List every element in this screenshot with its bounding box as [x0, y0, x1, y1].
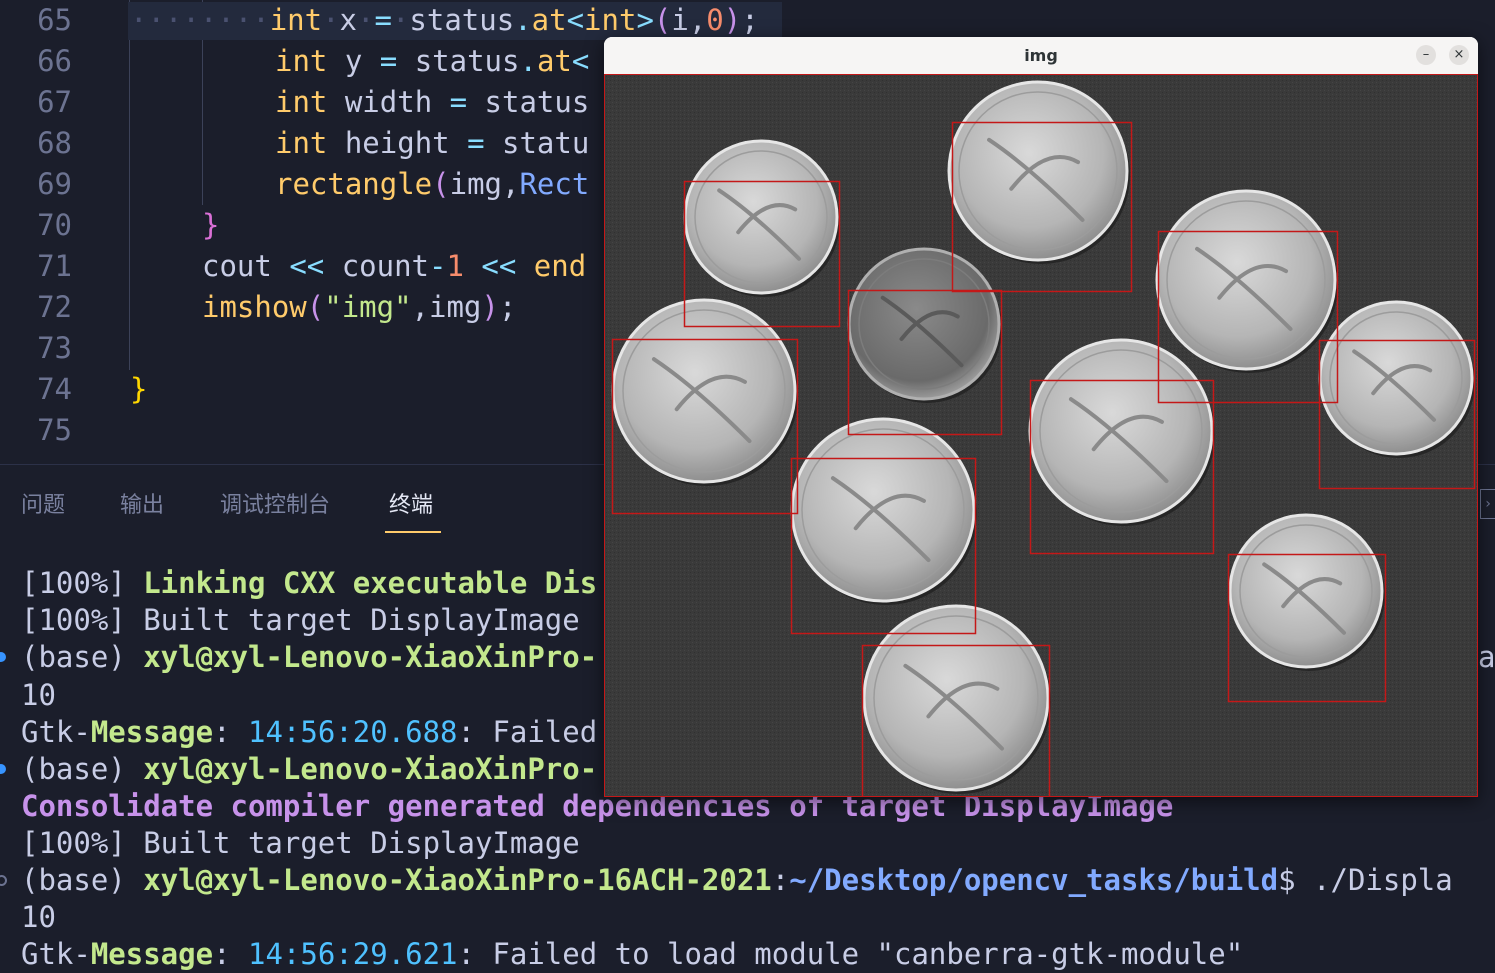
coin	[1028, 338, 1215, 526]
terminal-line: (base) xyl@xyl-Lenovo-XiaoXinPro-	[21, 752, 598, 786]
terminal-line-overflow: a	[1478, 640, 1495, 674]
line-number: 70	[37, 208, 72, 242]
coin	[683, 139, 840, 297]
terminal-line: (base) xyl@xyl-Lenovo-XiaoXinPro-	[21, 640, 598, 674]
line-number: 67	[37, 85, 72, 119]
code-text: cout << count-1 << end	[202, 249, 587, 283]
terminal-line: Gtk-Message: 14:56:29.621: Failed to loa…	[21, 937, 1244, 971]
image-canvas	[604, 74, 1478, 797]
code-text: }	[202, 208, 220, 242]
terminal-line: [100%] Linking CXX executable Dis	[21, 566, 598, 600]
line-number: 66	[37, 44, 72, 78]
command-status-dot[interactable]	[0, 652, 6, 662]
code-line[interactable]: 65 ········int·x·=·status.at<int>(i,0);	[0, 0, 1495, 41]
line-number: 75	[37, 413, 72, 447]
code-text: int y = status.at<	[275, 44, 590, 78]
terminal-line: Gtk-Message: 14:56:20.688: Failed	[21, 715, 598, 749]
code-text: rectangle(img,Rect	[275, 167, 590, 201]
img-window[interactable]: img – ×	[604, 37, 1478, 797]
line-number: 74	[37, 372, 72, 406]
line-number: 72	[37, 290, 72, 324]
code-text: }	[130, 372, 148, 406]
tab-debug-console[interactable]: 调试控制台	[220, 487, 330, 519]
coin	[847, 247, 1002, 403]
terminal-line: [100%] Built target DisplayImage	[21, 826, 580, 860]
close-icon[interactable]: ×	[1449, 45, 1469, 65]
line-number: 68	[37, 126, 72, 160]
coin	[611, 298, 798, 486]
command-status-dot[interactable]	[0, 875, 7, 886]
line-number: 65	[37, 3, 72, 37]
command-status-dot[interactable]	[0, 764, 6, 774]
window-title: img	[1024, 46, 1058, 65]
tab-output[interactable]: 输出	[120, 487, 164, 519]
terminal-line: 10	[21, 900, 56, 934]
panel-scroll-handle[interactable]: ›	[1480, 489, 1495, 519]
code-text: ········int·x·=·status.at<int>(i,0);	[130, 3, 759, 37]
code-text: int height = statu	[275, 126, 590, 160]
line-number: 71	[37, 249, 72, 283]
active-tab-indicator	[385, 531, 441, 533]
code-text: imshow("img",img);	[202, 290, 517, 324]
coin	[790, 417, 977, 605]
window-titlebar[interactable]: img – ×	[604, 37, 1478, 75]
terminal-line: 10	[21, 678, 56, 712]
tab-terminal[interactable]: 终端	[389, 487, 433, 519]
tab-problems[interactable]: 问题	[21, 487, 65, 519]
coin	[1228, 513, 1385, 671]
line-number: 73	[37, 331, 72, 365]
terminal-line: (base) xyl@xyl-Lenovo-XiaoXinPro-16ACH-2…	[21, 863, 1453, 897]
coin	[1318, 300, 1475, 458]
code-text: int width = status	[275, 85, 590, 119]
coin	[1155, 189, 1338, 373]
coin	[947, 80, 1130, 264]
line-number: 69	[37, 167, 72, 201]
minimize-icon[interactable]: –	[1416, 45, 1436, 65]
terminal-line: [100%] Built target DisplayImage	[21, 603, 580, 637]
